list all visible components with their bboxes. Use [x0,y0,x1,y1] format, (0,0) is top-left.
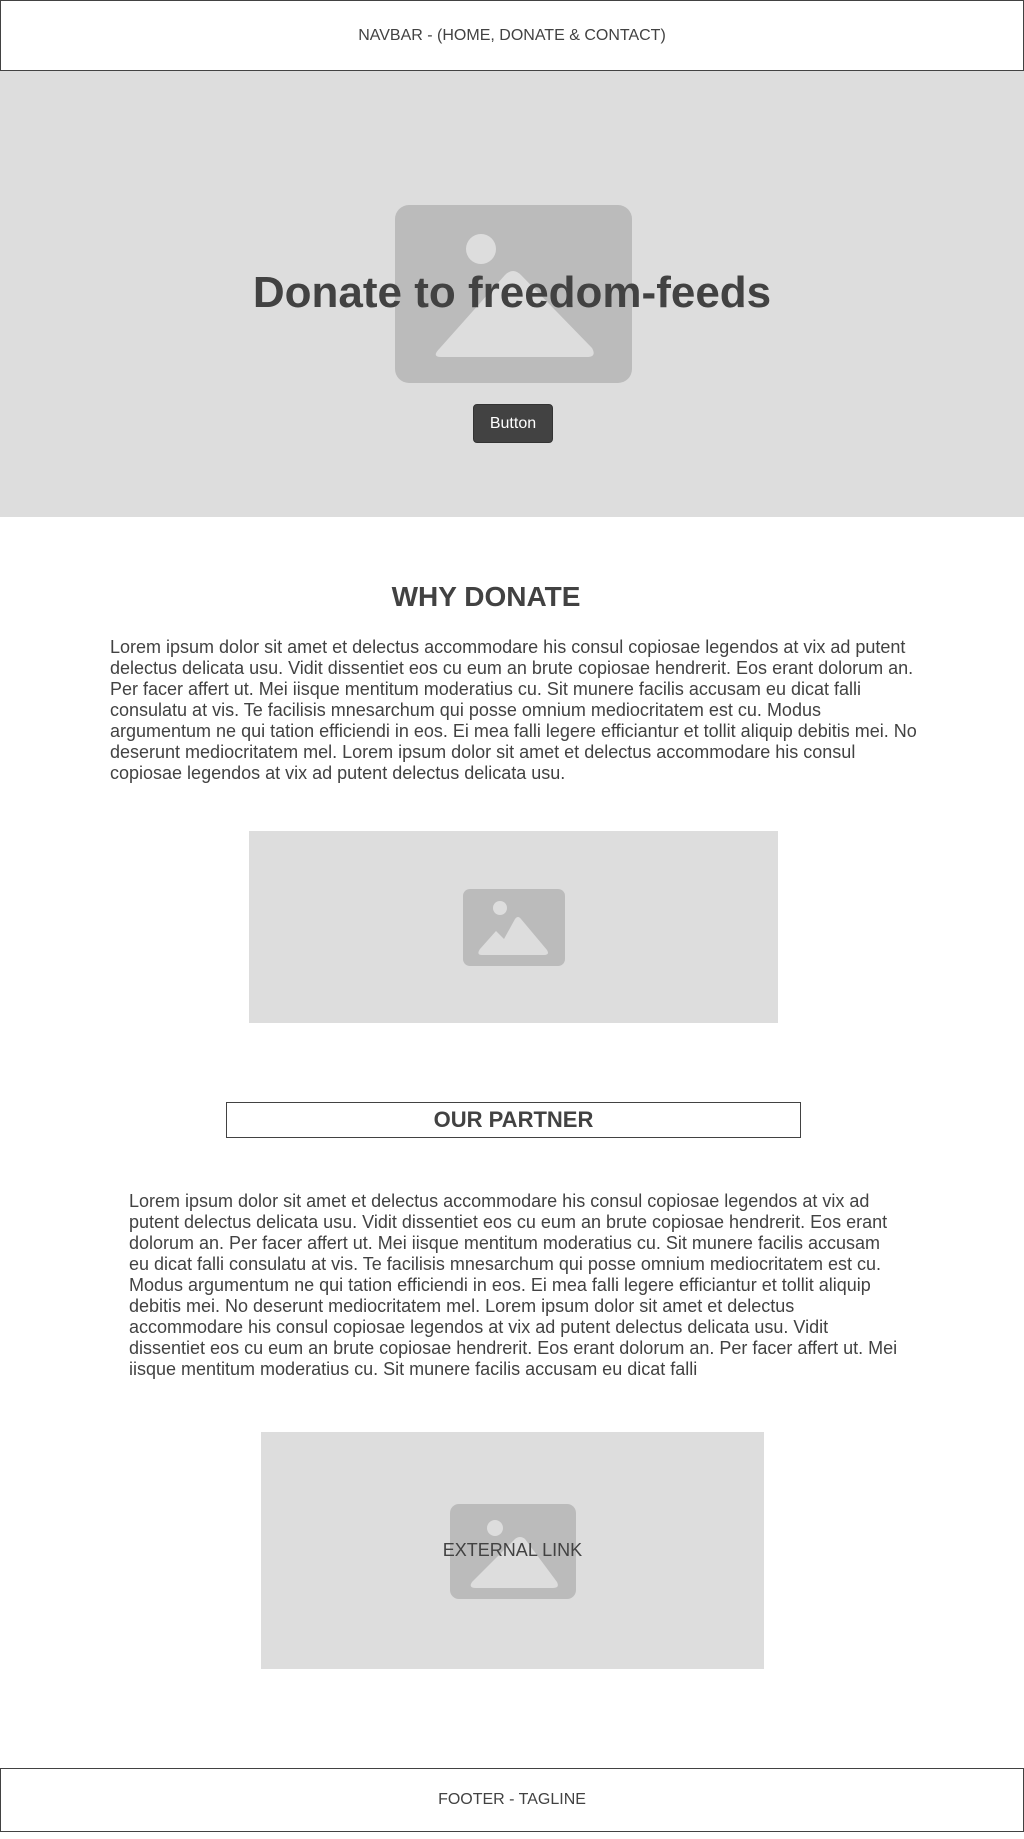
hero-section: Donate to freedom-feeds Button [0,71,1024,517]
navbar-label: NAVBAR - (HOME, DONATE & CONTACT) [358,26,666,44]
image-placeholder-icon [462,888,565,966]
external-link-card[interactable]: EXTERNAL LINK [261,1432,764,1669]
our-partner-header: OUR PARTNER [226,1102,801,1138]
why-donate-title: WHY DONATE [391,581,581,612]
footer-tagline: FOOTER - TAGLINE [438,1791,586,1808]
external-link[interactable]: EXTERNAL LINK [261,1540,764,1561]
footer: FOOTER - TAGLINE [0,1768,1024,1832]
why-donate-text: Lorem ipsum dolor sit amet et delectus a… [110,637,917,783]
hero-title: Donate to freedom-feeds [252,268,772,317]
our-partner-title: OUR PARTNER [433,1107,594,1132]
hero-button[interactable]: Button [473,404,553,443]
image-placeholder [249,831,778,1023]
navbar: NAVBAR - (HOME, DONATE & CONTACT) [0,0,1024,71]
our-partner-text: Lorem ipsum dolor sit amet et delectus a… [129,1191,898,1379]
